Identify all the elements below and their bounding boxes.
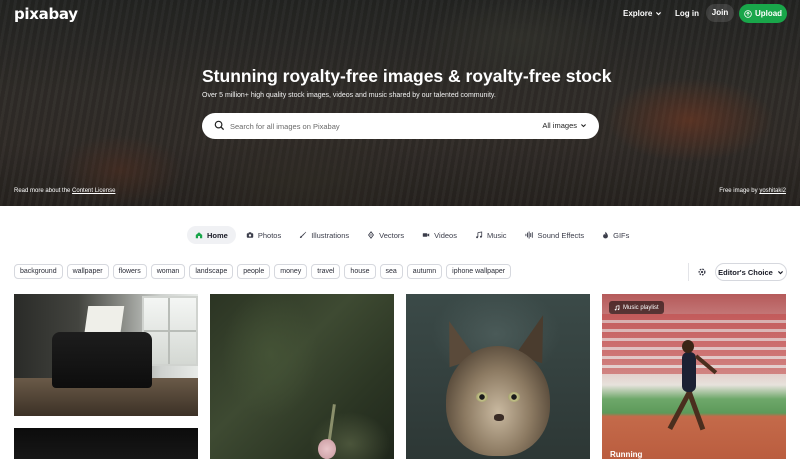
chevron-down-icon <box>656 12 662 16</box>
content-license-link[interactable]: Content License <box>72 188 115 194</box>
sound-wave-icon <box>525 231 533 239</box>
tab-home[interactable]: Home <box>187 226 236 244</box>
tab-gifs[interactable]: GIFs <box>594 226 637 244</box>
image-tile-plant[interactable] <box>210 294 394 459</box>
tag-chip[interactable]: autumn <box>406 264 443 279</box>
search-icon[interactable] <box>214 120 225 131</box>
tab-label: Videos <box>434 230 457 240</box>
flame-icon <box>603 231 609 239</box>
tab-label: Photos <box>257 230 282 240</box>
brush-icon <box>300 231 307 239</box>
gear-icon[interactable] <box>697 267 707 277</box>
tab-videos[interactable]: Videos <box>414 226 465 244</box>
tab-sound-effects[interactable]: Sound Effects <box>517 226 593 244</box>
lynx-eye <box>508 392 520 402</box>
music-badge-label: Music playlist <box>623 304 659 311</box>
tag-chip[interactable]: travel <box>311 264 341 279</box>
popular-tags: background wallpaper flowers woman lands… <box>14 264 512 279</box>
search-bar: All images <box>202 113 599 139</box>
tag-chip[interactable]: house <box>344 264 376 279</box>
lynx-head <box>446 346 550 456</box>
tab-label: Music <box>486 230 507 240</box>
tag-chip[interactable]: woman <box>150 264 186 279</box>
credit-prefix: Free image by <box>719 188 758 194</box>
lynx-eye <box>476 392 488 402</box>
image-tile-dark[interactable] <box>14 428 198 459</box>
tag-chip[interactable]: wallpaper <box>66 264 109 279</box>
image-tile-typewriter[interactable] <box>14 294 198 416</box>
tag-chip[interactable]: sea <box>379 264 403 279</box>
music-playlist-badge: Music playlist <box>609 301 664 314</box>
tag-chip[interactable]: flowers <box>112 264 147 279</box>
media-type-label: All images <box>542 121 577 130</box>
tab-label: Vectors <box>379 230 405 240</box>
tab-illustrations[interactable]: Illustrations <box>291 226 357 244</box>
explore-label: Explore <box>623 9 653 18</box>
tab-label: Home <box>207 230 228 240</box>
hero-banner <box>0 0 800 206</box>
tile-caption: Running <box>610 450 643 459</box>
tag-chip[interactable]: people <box>237 264 271 279</box>
tab-label: Illustrations <box>311 230 350 240</box>
runner-head <box>682 340 694 353</box>
tag-chip[interactable]: background <box>14 264 63 279</box>
music-note-icon <box>614 304 620 310</box>
pixabay-logo[interactable]: pixabay <box>14 5 78 23</box>
top-navbar: pixabay Explore Log in Join Upload <box>0 0 800 28</box>
explore-menu-button[interactable]: Explore <box>623 9 662 18</box>
media-type-dropdown[interactable]: All images <box>542 121 587 130</box>
license-note: Read more about the Content License <box>14 188 115 194</box>
tab-photos[interactable]: Photos <box>238 226 289 244</box>
video-camera-icon <box>422 233 430 237</box>
tab-label: GIFs <box>613 230 630 240</box>
tag-chip[interactable]: money <box>274 264 308 279</box>
divider <box>688 263 689 281</box>
category-tabs: Home Photos Illustrations Vectors Videos… <box>187 226 639 244</box>
sort-label: Editor's Choice <box>718 267 773 277</box>
home-icon <box>195 232 203 239</box>
tab-label: Sound Effects <box>537 230 585 240</box>
runner-leg <box>667 388 693 431</box>
sort-dropdown[interactable]: Editor's Choice <box>715 263 787 281</box>
credit-author-link[interactable]: yoshitaki2 <box>759 188 786 194</box>
music-tile-running[interactable]: Music playlist Running <box>602 294 786 459</box>
tab-music[interactable]: Music <box>467 226 515 244</box>
upload-label: Upload <box>754 9 783 18</box>
join-button[interactable]: Join <box>706 4 734 22</box>
lynx-nose <box>494 414 504 421</box>
image-tile-lynx[interactable] <box>406 294 590 459</box>
search-input[interactable] <box>230 117 530 135</box>
chevron-down-icon <box>581 124 586 128</box>
license-prefix: Read more about the <box>14 188 71 194</box>
typewriter-shape <box>52 332 152 388</box>
tag-chip[interactable]: landscape <box>189 264 234 279</box>
pen-nib-icon <box>368 231 375 239</box>
camera-icon <box>246 232 254 238</box>
tab-vectors[interactable]: Vectors <box>359 226 412 244</box>
hero-subtitle: Over 5 million+ high quality stock image… <box>202 92 496 99</box>
music-note-icon <box>476 231 483 239</box>
flower-shape <box>318 439 336 459</box>
tag-chip[interactable]: iphone wallpaper <box>446 264 512 279</box>
chevron-down-icon <box>777 270 783 274</box>
upload-button[interactable]: Upload <box>739 4 787 23</box>
image-credit: Free image by yoshitaki2 <box>719 188 786 194</box>
login-link[interactable]: Log in <box>675 9 699 18</box>
hero-title: Stunning royalty-free images & royalty-f… <box>202 66 612 86</box>
runner-body <box>682 352 696 392</box>
upload-icon <box>744 9 752 18</box>
